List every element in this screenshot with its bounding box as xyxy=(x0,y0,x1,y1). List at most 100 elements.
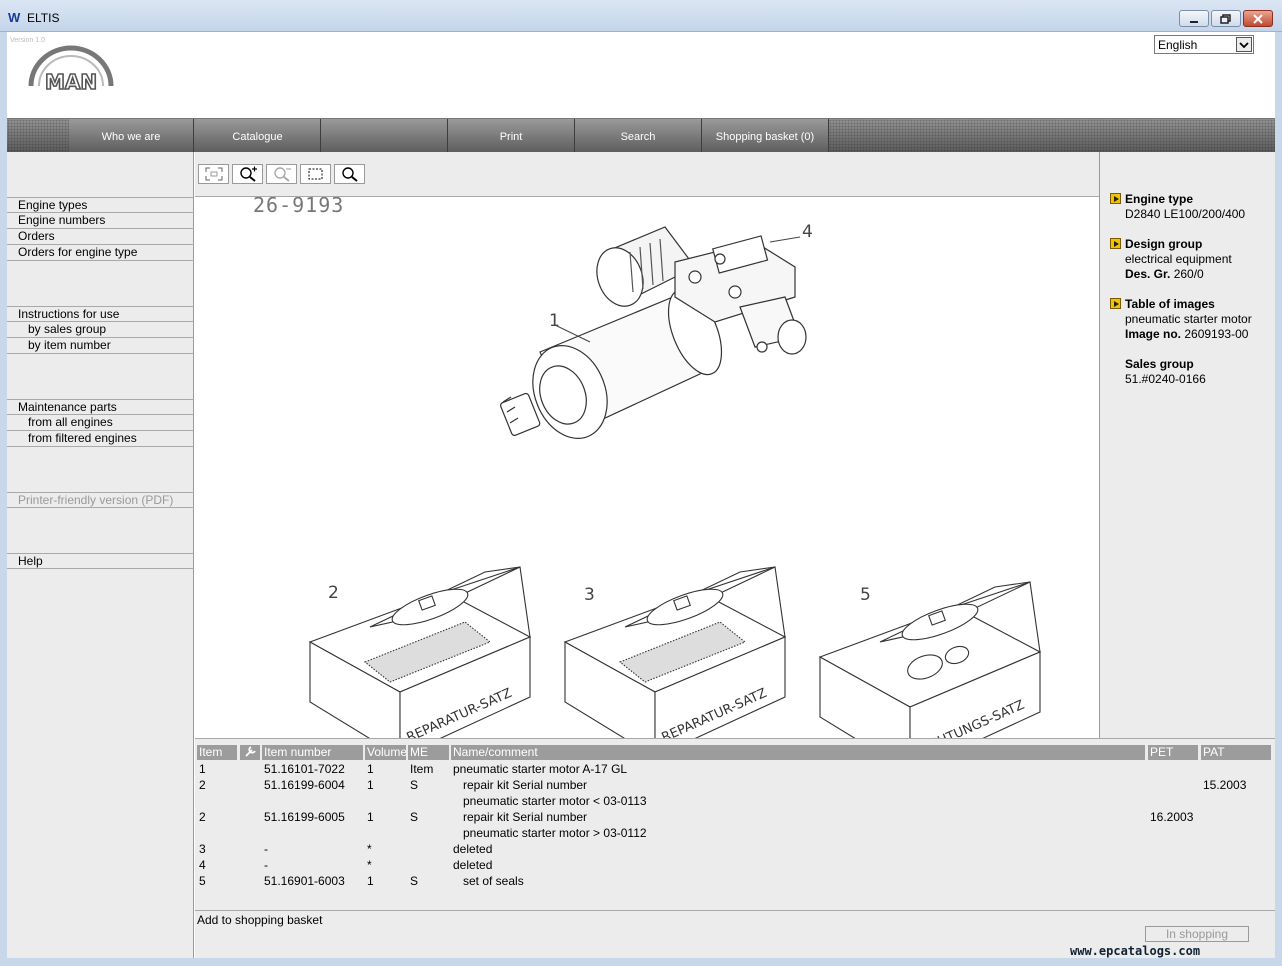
cell-item: 3 xyxy=(199,842,206,856)
nav-catalogue[interactable]: Catalogue xyxy=(195,119,321,153)
fit-to-page-icon xyxy=(205,167,222,181)
col-tool[interactable] xyxy=(240,745,260,760)
cell-me: S xyxy=(410,778,419,792)
engine-type-value: D2840 LE100/200/400 xyxy=(1125,207,1246,221)
cell-number: 51.16199-6004 xyxy=(264,778,345,792)
table-row[interactable]: 3 - * deleted xyxy=(195,841,1275,857)
col-volume[interactable]: Volume xyxy=(365,745,406,760)
sidebar-from-all-engines[interactable]: from all engines xyxy=(7,415,194,431)
sidebar-printer-friendly[interactable]: Printer-friendly version (PDF) xyxy=(7,492,194,508)
callout-4[interactable]: 4 xyxy=(802,222,813,242)
nav-shopping-basket[interactable]: Shopping basket (0) xyxy=(702,119,829,153)
cell-pet: 16.2003 xyxy=(1150,810,1194,824)
callout-2[interactable]: 2 xyxy=(328,583,339,603)
parts-table: Item Item number Volume ME Name/comment … xyxy=(195,738,1275,910)
callout-3[interactable]: 3 xyxy=(584,585,595,605)
nav-empty[interactable] xyxy=(321,119,448,153)
image-no-line: Image no. 2609193-00 xyxy=(1125,327,1249,341)
language-select[interactable]: English xyxy=(1154,35,1254,54)
col-item-number[interactable]: Item number xyxy=(262,745,363,760)
zoom-out-icon xyxy=(273,167,291,182)
header: Version 1.0 MAN English xyxy=(7,32,1275,118)
cell-number: - xyxy=(264,858,268,872)
close-button[interactable] xyxy=(1243,10,1273,27)
cell-pat: 15.2003 xyxy=(1203,778,1247,792)
table-row[interactable]: 2 51.16199-6004 1 Srepair kit Serial number… xyxy=(195,777,1275,793)
callout-1[interactable]: 1 xyxy=(549,311,560,331)
nav-pattern xyxy=(829,119,1275,153)
sidebar-orders-for-engine-type[interactable]: Orders for engine type xyxy=(7,245,194,261)
watermark: www.epcatalogs.com xyxy=(1070,944,1201,958)
table-row[interactable]: pneumatic starter motor > 03-0112 xyxy=(195,825,1275,841)
cell-name: pneumatic starter motor A-17 GL xyxy=(453,762,628,776)
zoom-out-button[interactable] xyxy=(266,164,297,184)
arrow-bullet-icon[interactable] xyxy=(1110,238,1121,249)
fit-to-page-button[interactable] xyxy=(198,164,229,184)
table-row[interactable]: pneumatic starter motor < 03-0113 xyxy=(195,793,1275,809)
left-sidebar: Engine types Engine numbers Orders Order… xyxy=(7,152,194,958)
magnifier-icon xyxy=(341,167,358,182)
nav-print[interactable]: Print xyxy=(448,119,575,153)
sidebar-by-sales-group[interactable]: by sales group xyxy=(7,322,194,338)
main-navbar: Who we are Catalogue Print Search Shoppi… xyxy=(7,118,1275,153)
zoom-in-button[interactable] xyxy=(232,164,263,184)
design-group-value: electrical equipment xyxy=(1125,252,1232,266)
arrow-bullet-icon[interactable] xyxy=(1110,298,1121,309)
minimize-icon xyxy=(1190,20,1198,23)
maximize-button[interactable] xyxy=(1211,10,1241,27)
cell-name: repair kit Serial number xyxy=(463,810,588,824)
sidebar-engine-types[interactable]: Engine types xyxy=(7,197,194,213)
table-row[interactable]: 1 51.16101-7022 1 Item pneumatic starter mot… xyxy=(195,761,1275,777)
nav-pattern xyxy=(7,119,69,153)
cell-me: S xyxy=(410,874,419,888)
col-name[interactable]: Name/comment xyxy=(451,745,1145,760)
chevron-down-icon[interactable] xyxy=(1236,37,1252,52)
engine-type-heading[interactable]: Engine type xyxy=(1125,192,1193,206)
col-pat[interactable]: PAT xyxy=(1201,745,1271,760)
app-icon: W xyxy=(8,10,21,25)
table-row[interactable]: 4 - * deleted xyxy=(195,857,1275,873)
restore-icon xyxy=(1220,13,1231,24)
cell-volume: * xyxy=(367,858,372,872)
starter-motor-drawing: REPARATUR-SATZ REPARATUR-SATZ xyxy=(308,226,1042,738)
table-of-images-heading[interactable]: Table of images xyxy=(1125,297,1215,311)
sales-group-heading: Sales group xyxy=(1125,357,1194,371)
table-row[interactable]: 5 51.16901-6003 1 Sset of seals xyxy=(195,873,1275,889)
man-logo: MAN xyxy=(28,45,114,92)
svg-text:MAN: MAN xyxy=(45,70,97,92)
in-shopping-button[interactable]: In shopping xyxy=(1145,926,1249,942)
nav-search[interactable]: Search xyxy=(575,119,702,153)
cell-name: repair kit Serial number xyxy=(463,778,588,792)
sidebar-instructions[interactable]: Instructions for use xyxy=(7,306,194,322)
design-group-heading[interactable]: Design group xyxy=(1125,237,1202,251)
magnifier-button[interactable] xyxy=(334,164,365,184)
callout-5[interactable]: 5 xyxy=(860,585,871,605)
cell-item: 2 xyxy=(199,810,206,824)
col-pet[interactable]: PET xyxy=(1148,745,1198,760)
minimize-button[interactable] xyxy=(1179,10,1209,27)
cell-volume: 1 xyxy=(367,762,374,776)
language-value: English xyxy=(1158,38,1198,52)
cell-volume: 1 xyxy=(367,874,374,888)
sidebar-orders[interactable]: Orders xyxy=(7,229,194,245)
sidebar-maintenance-parts[interactable]: Maintenance parts xyxy=(7,399,194,415)
table-row[interactable]: 2 51.16199-6005 1 Srepair kit Serial number… xyxy=(195,809,1275,825)
col-me[interactable]: ME xyxy=(408,745,449,760)
exploded-view-drawing[interactable]: 26-9193 REPARATUR-SATZ REPARATUR-SATZ 1 … xyxy=(195,197,1099,738)
nav-who-we-are[interactable]: Who we are xyxy=(69,119,194,153)
select-area-button[interactable] xyxy=(300,164,331,184)
sidebar-engine-numbers[interactable]: Engine numbers xyxy=(7,213,194,229)
sidebar-from-filtered-engines[interactable]: from filtered engines xyxy=(7,431,194,447)
sales-group-value: 51.#0240-0166 xyxy=(1125,372,1206,386)
col-item[interactable]: Item xyxy=(197,745,237,760)
arrow-bullet-icon[interactable] xyxy=(1110,193,1121,204)
app-client-area: Version 1.0 MAN English Who we are Catal… xyxy=(7,32,1275,958)
sidebar-help[interactable]: Help xyxy=(7,553,194,569)
cell-name: deleted xyxy=(453,858,493,872)
cell-item: 1 xyxy=(199,762,206,776)
zoom-in-icon xyxy=(239,166,257,182)
cell-item: 4 xyxy=(199,858,206,872)
sidebar-by-item-number[interactable]: by item number xyxy=(7,338,194,354)
cell-number: 51.16101-7022 xyxy=(264,762,345,776)
window-title: ELTIS xyxy=(27,11,60,25)
